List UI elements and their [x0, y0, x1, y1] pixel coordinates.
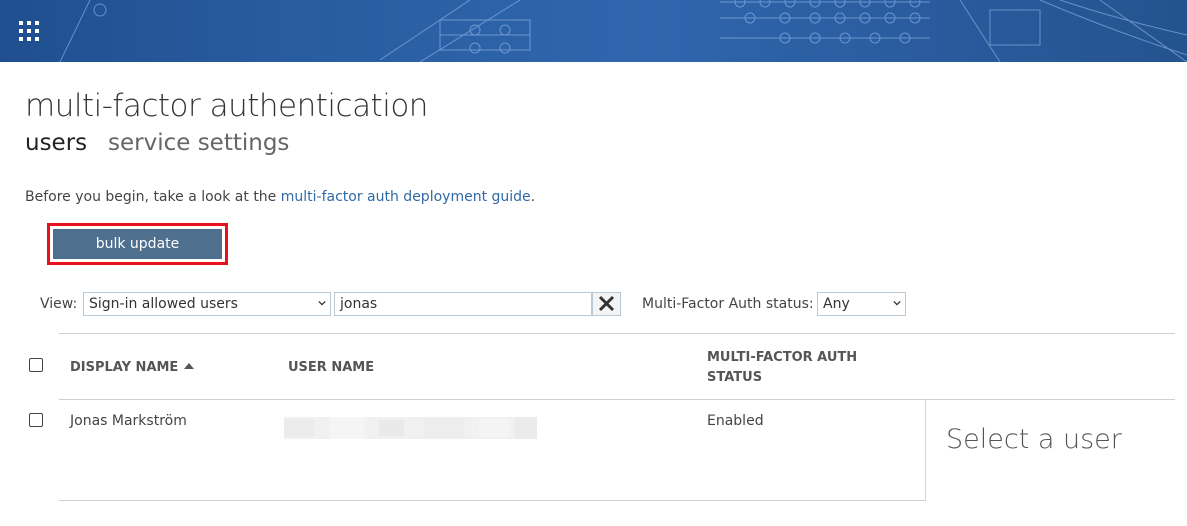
sort-ascending-icon: [184, 363, 195, 369]
chevron-down-icon: [318, 300, 326, 306]
blueprint-background: [59, 0, 1187, 62]
row-checkbox[interactable]: [29, 413, 43, 427]
waffle-grid-icon[interactable]: [19, 21, 39, 41]
intro-text: Before you begin, take a look at the mul…: [25, 189, 535, 205]
view-label: View:: [40, 296, 78, 312]
page-title: multi-factor authentication: [25, 88, 428, 124]
tab-users[interactable]: users: [25, 130, 87, 156]
chevron-down-icon: [893, 300, 901, 306]
column-header-display-name[interactable]: DISPLAY NAME: [70, 360, 195, 375]
row-mfa-status: Enabled: [707, 413, 764, 429]
search-input[interactable]: jonas: [334, 292, 592, 316]
select-all-checkbox[interactable]: [29, 358, 43, 372]
mfa-status-label: Multi-Factor Auth status:: [642, 296, 814, 312]
intro-prefix: Before you begin, take a look at the: [25, 189, 281, 205]
deployment-guide-link[interactable]: multi-factor auth deployment guide: [281, 189, 531, 205]
tab-service-settings[interactable]: service settings: [108, 130, 289, 156]
intro-suffix: .: [530, 189, 536, 205]
display-name-header-label: DISPLAY NAME: [70, 360, 179, 375]
clear-search-button[interactable]: [592, 292, 621, 316]
row-display-name: Jonas Markström: [70, 413, 187, 429]
column-header-mfa-status-line2: STATUS: [707, 370, 763, 385]
table-top-divider: [59, 333, 1175, 334]
view-dropdown[interactable]: Sign-in allowed users: [83, 292, 331, 316]
table-bottom-divider: [59, 500, 925, 501]
redacted-user-name: [284, 417, 537, 439]
detail-panel-divider: [925, 400, 926, 501]
detail-panel-placeholder: Select a user: [946, 424, 1122, 455]
close-x-icon: [598, 295, 615, 312]
view-dropdown-value: Sign-in allowed users: [89, 296, 238, 312]
mfa-status-dropdown[interactable]: Any: [817, 292, 906, 316]
header-banner: [0, 0, 1187, 62]
column-header-mfa-status-line1: MULTI-FACTOR AUTH: [707, 350, 858, 365]
table-header-divider: [59, 399, 1175, 400]
mfa-status-dropdown-value: Any: [823, 296, 850, 312]
column-header-user-name[interactable]: USER NAME: [288, 360, 374, 375]
bulk-update-button[interactable]: bulk update: [53, 229, 222, 259]
